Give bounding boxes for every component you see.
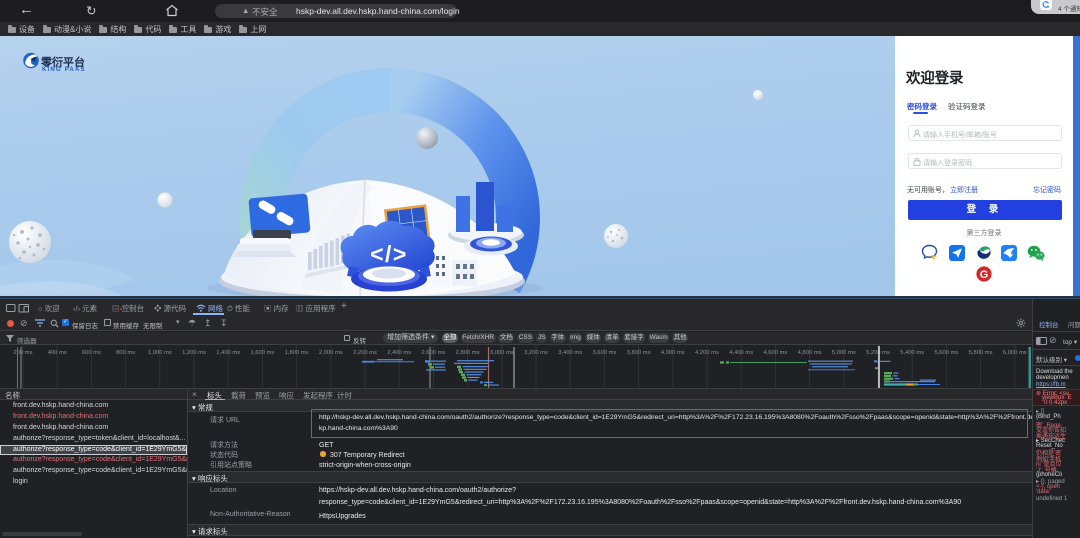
- svg-text:1,400 ms: 1,400 ms: [216, 350, 240, 356]
- svg-text:5,400 ms: 5,400 ms: [900, 350, 924, 356]
- svg-text:5,200 ms: 5,200 ms: [866, 350, 890, 356]
- svg-text:4,400 ms: 4,400 ms: [729, 350, 753, 356]
- svg-text:3,800 ms: 3,800 ms: [627, 350, 651, 356]
- svg-text:3,200 ms: 3,200 ms: [524, 350, 548, 356]
- svg-text:5,000 ms: 5,000 ms: [832, 350, 856, 356]
- svg-text:2,400 ms: 2,400 ms: [387, 350, 411, 356]
- svg-text:400 ms: 400 ms: [48, 350, 67, 356]
- svg-text:</>: </>: [370, 241, 408, 267]
- svg-text:1,000 ms: 1,000 ms: [148, 350, 172, 356]
- svg-text:3,600 ms: 3,600 ms: [592, 350, 616, 356]
- svg-text:200 ms: 200 ms: [13, 350, 32, 356]
- svg-text:2,200 ms: 2,200 ms: [353, 350, 377, 356]
- svg-text:3,000 ms: 3,000 ms: [490, 350, 514, 356]
- svg-text:1,600 ms: 1,600 ms: [250, 350, 274, 356]
- svg-text:5,800 ms: 5,800 ms: [969, 350, 993, 356]
- svg-text:2,600 ms: 2,600 ms: [421, 350, 445, 356]
- svg-text:4,800 ms: 4,800 ms: [798, 350, 822, 356]
- svg-text:G: G: [980, 269, 989, 281]
- svg-text:2,000 ms: 2,000 ms: [319, 350, 343, 356]
- svg-text:4,600 ms: 4,600 ms: [763, 350, 787, 356]
- svg-text:2,800 ms: 2,800 ms: [456, 350, 480, 356]
- svg-text:800 ms: 800 ms: [116, 350, 135, 356]
- svg-text:4,200 ms: 4,200 ms: [695, 350, 719, 356]
- svg-text:6,000 ms: 6,000 ms: [1003, 350, 1027, 356]
- svg-text:5,600 ms: 5,600 ms: [934, 350, 958, 356]
- svg-text:3,400 ms: 3,400 ms: [558, 350, 582, 356]
- svg-text:1,800 ms: 1,800 ms: [285, 350, 309, 356]
- svg-text:1,200 ms: 1,200 ms: [182, 350, 206, 356]
- svg-text:4,000 ms: 4,000 ms: [661, 350, 685, 356]
- svg-text:600 ms: 600 ms: [82, 350, 101, 356]
